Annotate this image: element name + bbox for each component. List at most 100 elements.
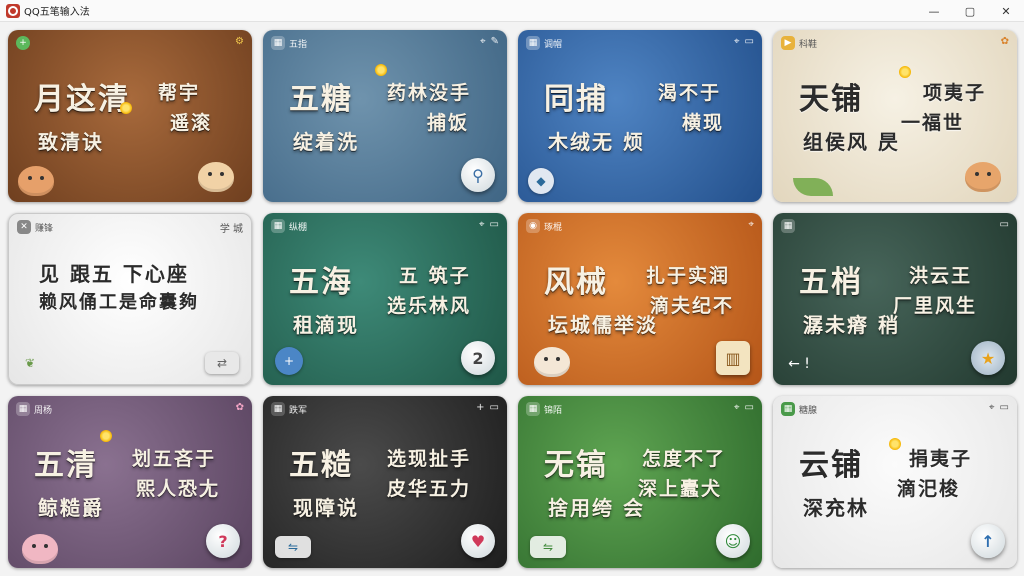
skin-card[interactable]: ▦ 周杨 ✿ 五清 划五吝于 熙人恐尢 鲸糙爵 ? [8,396,252,568]
skin-card[interactable]: ▦ 跌军 + ▭ 五糙 选现扯手 皮华五力 现障说 ⇋ ♥ [263,396,507,568]
preview-side-2: 滴夫纪不 [650,295,735,317]
preview-line-2: 绽着洗 [293,130,359,154]
card-tag: 跌军 [289,405,308,416]
pin-icon[interactable]: ⌖ [480,36,486,47]
toggle-button[interactable]: ⇄ [205,352,239,374]
skin-card[interactable]: ▦ 糖腺 ⌖ ▭ 云铺 捐夷子 滴汜梭 深充林 ↑ [773,396,1017,568]
card-tools: ⌖ ▭ [989,402,1009,413]
number-two-icon[interactable]: 2 [461,341,495,375]
bird-icon[interactable]: ◆ [528,168,554,194]
folder-icon[interactable]: ▭ [1000,219,1009,230]
leaf-icon: ❦ [24,356,36,370]
pin-icon[interactable]: ⌖ [734,36,740,47]
mascot-icon [18,166,54,196]
skin-card[interactable]: ◉ 琢棍 ⌖ 风械 扎于实润 滴夫纪不 坛城儒举淡 ▥ [518,213,762,385]
card-tools: ⌖ ▭ [734,36,754,47]
pin-icon[interactable]: ⌖ [989,402,995,413]
heart-button[interactable]: ♥ [461,524,495,558]
skin-card[interactable]: ▦ 纵棚 ⌖ ▭ 五海 五 筑子 选乐林风 租滴现 + 2 [263,213,507,385]
keyboard-icon: ✕ [17,220,31,234]
flower-icon [375,64,387,76]
back-arrow-icon[interactable]: ← ! [785,353,813,375]
skin-card[interactable]: ▶ 科鞋 ✿ 天铺 项夷子 一福世 组侯风 昃 [773,30,1017,202]
card-header: ◉ 琢棍 [526,219,562,233]
card-tag: 糖腺 [799,405,818,416]
user-button[interactable]: ☺ [716,524,750,558]
flower-icon [889,438,901,450]
upload-button[interactable]: ↑ [971,524,1005,558]
switch-button[interactable]: ⇋ [530,536,566,558]
card-header: ▦ 跌军 [271,402,307,416]
card-tag: 赚锋 [35,223,54,234]
add-icon[interactable]: + [476,402,484,413]
card-tag: 科鞋 [799,39,818,50]
edit-icon[interactable]: ✎ [491,36,499,47]
preview-side-1: 五 筑子 [399,265,471,287]
folder-icon[interactable]: ▭ [490,402,499,413]
keyboard-icon: ▦ [526,402,540,416]
preview-main: 天铺 [799,82,863,117]
card-header: ▦ 周杨 [16,402,52,416]
star-button[interactable]: ★ [971,341,1005,375]
preview-main: 月这清 [34,82,130,117]
preview-line-2: 坛城儒举淡 [548,313,658,337]
skin-card[interactable]: ▦ 五指 ⌖ ✎ 五糖 药林没手 捕饭 绽着洗 ⚲ [263,30,507,202]
minimize-button[interactable]: — [916,0,952,22]
card-tools: ⌖ [748,219,754,230]
settings-icon[interactable]: ⚙ [235,36,244,47]
add-button[interactable]: + [275,347,303,375]
preview-side-1: 选现扯手 [387,448,472,470]
add-icon: + [16,36,30,50]
preview-line-2: 木绒无 烦 [548,130,645,154]
preview-side-2: 深上蠹犬 [638,478,723,500]
preview-main: 五清 [34,448,98,483]
maximize-button[interactable]: ▢ [952,0,988,22]
skin-card[interactable]: ▦ ▭ 五梢 洪云王 厂里风生 潺未瘠 稍 ← ! ★ [773,213,1017,385]
window-controls: — ▢ ✕ [916,0,1024,22]
preview-side-2: 一福世 [901,112,965,134]
preview-side-2: 选乐林风 [387,295,472,317]
pin-icon[interactable]: ⌖ [734,402,740,413]
preview-side-1: 怎度不了 [642,448,727,470]
skin-card[interactable]: ▦ 调帽 ⌖ ▭ 同捕 渴不于 横现 木绒无 烦 ◆ [518,30,762,202]
preview-line-2: 组侯风 昃 [803,130,900,154]
preview-side-1: 渴不于 [658,82,722,104]
folder-icon[interactable]: ▭ [490,219,499,230]
preview-side-1: 洪云王 [909,265,973,287]
preview-main: 五糖 [289,82,353,117]
settings-icon[interactable]: ✿ [1001,36,1009,47]
card-tools: ⌖ ▭ [479,219,499,230]
preview-side-1: 扎于实润 [646,265,731,287]
mascot-icon [534,347,570,377]
preview-side-1: 药林没手 [387,82,472,104]
card-header: + [16,36,30,50]
skin-card[interactable]: ✕ 赚锋 学 城 见 跟五 下心座 赖风俑工是命囊夠 ❦ ⇄ [8,213,252,385]
skin-card[interactable]: ▦ 锦陌 ⌖ ▭ 无镐 怎度不了 深上蠹犬 捨用绔 会 ⇋ ☺ [518,396,762,568]
preview-line-2: 捨用绔 会 [548,496,645,520]
folder-icon[interactable]: ▭ [1000,402,1009,413]
flower-icon [899,66,911,78]
card-header: ▦ 糖腺 [781,402,817,416]
search-button[interactable]: ⚲ [461,158,495,192]
close-button[interactable]: ✕ [988,0,1024,22]
pin-icon[interactable]: ⌖ [479,219,485,230]
preview-side-2: 熙人恐尢 [136,478,221,500]
folder-icon[interactable]: ▭ [745,36,754,47]
skin-card[interactable]: + ⚙ 月这清 帮宇 遥滚 致清诀 [8,30,252,202]
preview-line-2: 潺未瘠 稍 [803,313,900,337]
card-header: ✕ 赚锋 [17,220,53,234]
card-tag: 五指 [289,39,308,50]
card-tag: 纵棚 [289,222,308,233]
trash-button[interactable]: ▥ [716,341,750,375]
switch-button[interactable]: ⇋ [275,536,311,558]
preview-main: 见 跟五 下心座 [39,262,189,286]
card-tag: 锦陌 [544,405,563,416]
help-button[interactable]: ? [206,524,240,558]
card-tools: ⌖ ✎ [480,36,499,47]
card-header: ▶ 科鞋 [781,36,817,50]
preview-side-2: 捕饭 [427,112,470,134]
preview-main: 五海 [289,265,353,300]
folder-icon[interactable]: ▭ [745,402,754,413]
pin-icon[interactable]: ⌖ [748,219,754,230]
preview-side-2: 滴汜梭 [897,478,961,500]
